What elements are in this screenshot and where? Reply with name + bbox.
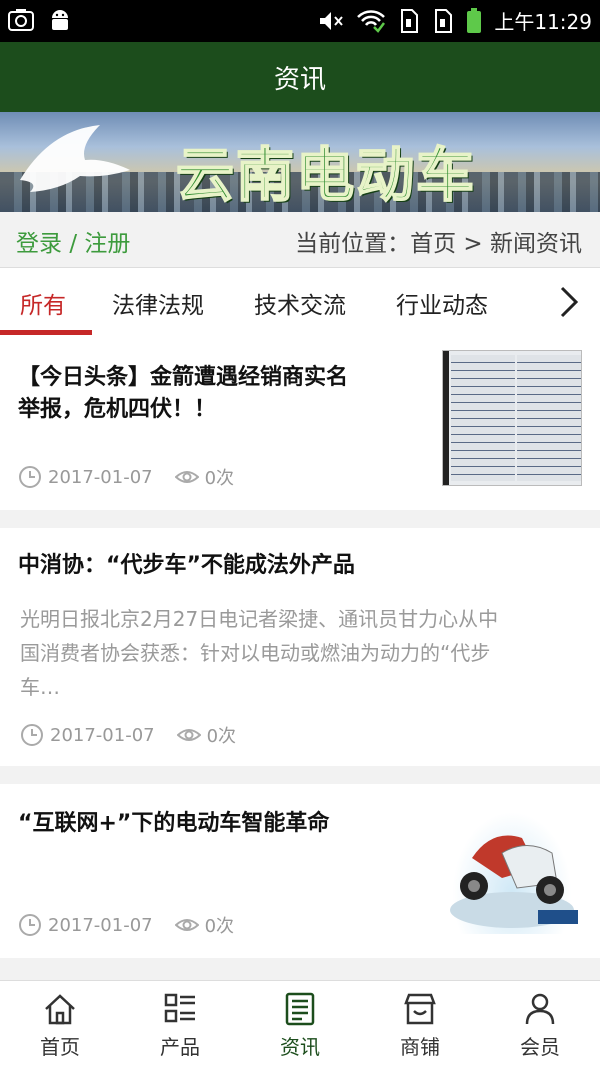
article-meta: 2017-01-07 0次 (20, 722, 236, 748)
article-card-1[interactable]: 【今日头条】金箭遭遇经销商实名 举报，危机四伏！！ 2017-01-07 0次 (0, 336, 600, 510)
grid-list-icon (164, 993, 195, 1023)
view-count: 0次 (204, 468, 235, 489)
summary-line: 光明日报北京2月27日电记者梁捷、通讯员甘力心从中 (20, 607, 499, 631)
banner-logo-text: 云南电动车 (175, 140, 477, 210)
article-views: 0次 (174, 464, 235, 490)
auth-separator: / (69, 231, 78, 257)
dove-image (20, 125, 130, 192)
nav-member[interactable]: 会员 (480, 981, 600, 1067)
eye-icon (176, 729, 201, 741)
nav-label: 首页 (40, 1035, 80, 1059)
article-title: 【今日头条】金箭遭遇经销商实名 举报，危机四伏！！ (18, 362, 348, 426)
nav-label: 会员 (520, 1035, 560, 1059)
article-views: 0次 (176, 722, 237, 748)
eye-icon (174, 919, 199, 931)
article-views: 0次 (174, 912, 235, 938)
thumbnail-edge (443, 351, 449, 485)
article-date: 2017-01-07 (50, 724, 155, 746)
article-thumbnail[interactable] (442, 798, 582, 934)
breadcrumb: 当前位置：首页 > 新闻资讯 (295, 224, 582, 258)
nav-label: 商铺 (400, 1035, 440, 1059)
summary-line: 车… (20, 675, 60, 699)
clock-icon (19, 466, 41, 488)
scooter-image (450, 835, 578, 928)
nav-home[interactable]: 首页 (0, 981, 120, 1067)
status-bar: 上午11:29 (0, 0, 600, 42)
sim2-icon (435, 8, 453, 33)
article-card-2[interactable]: 中消协：“代步车”不能成法外产品 光明日报北京2月27日电记者梁捷、通讯员甘力心… (0, 528, 600, 766)
thumbnail-page-left (451, 355, 515, 481)
nav-shops[interactable]: 商铺 (360, 981, 480, 1067)
article-title-line: 举报，危机四伏！！ (18, 397, 217, 422)
news-icon (285, 992, 315, 1026)
login-link[interactable]: 登录 (16, 231, 62, 257)
nav-label: 资讯 (280, 1035, 320, 1059)
clock: 上午11:29 (494, 10, 592, 34)
screenshot-icon (8, 9, 34, 31)
chevron-right-icon (560, 286, 579, 318)
tab-laws[interactable]: 法律法规 (112, 286, 204, 320)
android-icon (52, 10, 68, 30)
category-tabs: 所有 法律法规 技术交流 行业动态 (0, 268, 600, 336)
user-icon (525, 993, 555, 1025)
breadcrumb-arrow: > (463, 231, 483, 257)
tab-all[interactable]: 所有 (20, 286, 66, 320)
eye-icon (174, 471, 199, 483)
article-date: 2017-01-07 (48, 914, 153, 936)
thumbnail-page-right (517, 355, 581, 481)
article-title-line: 【今日头条】金箭遭遇经销商实名 (18, 365, 349, 390)
breadcrumb-home-link[interactable]: 首页 (410, 231, 456, 257)
banner: 云南电动车 (0, 112, 600, 212)
summary-line: 国消费者协会获悉：针对以电动或燃油为动力的“代步 (20, 641, 491, 665)
active-tab-indicator (0, 330, 92, 335)
view-count: 0次 (204, 916, 235, 937)
nav-products[interactable]: 产品 (120, 981, 240, 1067)
article-meta: 2017-01-07 0次 (18, 912, 234, 938)
store-icon (404, 993, 436, 1025)
tab-tech[interactable]: 技术交流 (254, 286, 346, 320)
bottom-nav: 首页 产品 资讯 商铺 会员 (0, 980, 600, 1067)
article-title: “互联网+”下的电动车智能革命 (18, 811, 330, 836)
sim1-icon (401, 8, 419, 33)
article-date: 2017-01-07 (48, 466, 153, 488)
nav-label: 产品 (160, 1035, 200, 1059)
breadcrumb-row: 登录 / 注册 当前位置：首页 > 新闻资讯 (0, 212, 600, 268)
clock-icon (19, 914, 41, 936)
article-title: 中消协：“代步车”不能成法外产品 (18, 553, 355, 578)
wifi-icon (357, 9, 386, 33)
article-thumbnail[interactable] (442, 350, 582, 486)
article-meta: 2017-01-07 0次 (18, 464, 234, 490)
breadcrumb-current: 新闻资讯 (490, 231, 582, 257)
view-count: 0次 (206, 726, 237, 747)
page-title: 资讯 (0, 42, 600, 112)
article-summary: 光明日报北京2月27日电记者梁捷、通讯员甘力心从中 国消费者协会获悉：针对以电动… (20, 602, 590, 704)
breadcrumb-prefix: 当前位置： (295, 231, 411, 257)
clock-icon (21, 724, 43, 746)
mute-icon (320, 11, 344, 30)
home-icon (45, 994, 75, 1025)
battery-icon (467, 7, 482, 33)
tab-industry[interactable]: 行业动态 (396, 286, 488, 320)
article-card-3[interactable]: “互联网+”下的电动车智能革命 2017-01-07 0次 (0, 784, 600, 958)
tabs-scroll-right-button[interactable] (538, 268, 600, 336)
auth-links: 登录 / 注册 (16, 224, 130, 258)
register-link[interactable]: 注册 (84, 231, 130, 257)
nav-news[interactable]: 资讯 (240, 981, 360, 1067)
